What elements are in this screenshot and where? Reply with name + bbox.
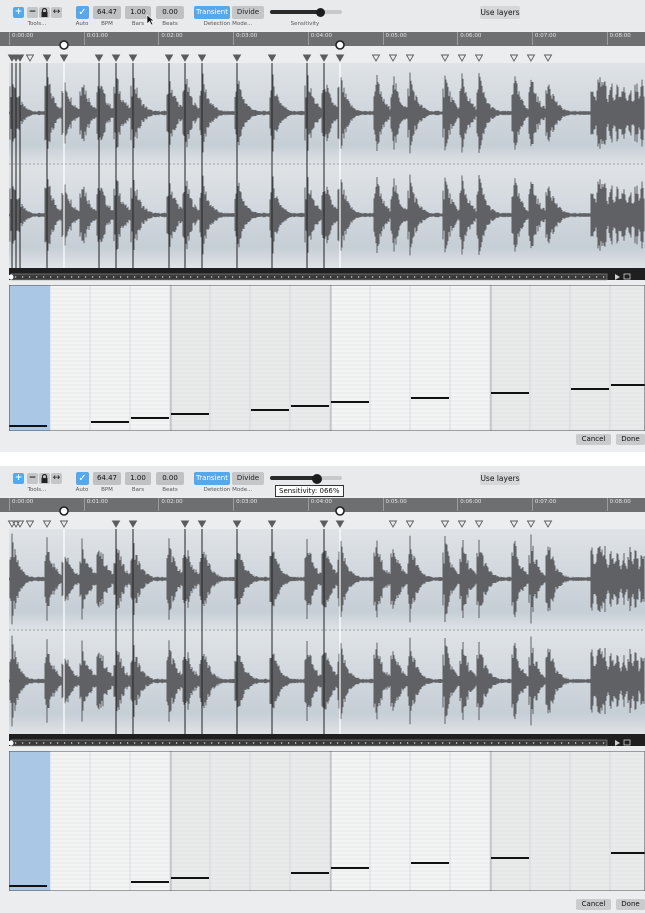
sensitivity-tooltip: Sensitivity: 066% <box>275 485 344 497</box>
arrows-icon[interactable]: ↔ <box>51 473 62 484</box>
slice-grid-canvas <box>9 751 645 891</box>
playhead-markers[interactable] <box>0 504 645 518</box>
waveform-view[interactable] <box>9 529 645 734</box>
toolbar: + − ↔ Tools... ✓ Auto 64.47 BPM 1.00 Bar… <box>0 466 645 497</box>
divide-button[interactable]: Divide <box>232 472 264 485</box>
transient-button[interactable]: Transient <box>194 472 230 485</box>
minus-icon[interactable]: − <box>27 7 38 18</box>
done-button[interactable]: Done <box>616 899 645 910</box>
use-layers-button[interactable]: Use layers <box>480 6 520 19</box>
sensitivity-slider-fill <box>270 476 317 480</box>
transport-bar[interactable] <box>8 734 645 747</box>
divide-button[interactable]: Divide <box>232 6 264 19</box>
transport-strip <box>8 739 631 747</box>
sensitivity-label: Sensitivity <box>290 21 320 27</box>
done-button[interactable]: Done <box>616 434 645 445</box>
lock-icon[interactable] <box>39 7 50 18</box>
bpm-label: BPM <box>101 487 113 493</box>
waveform-view[interactable] <box>9 63 645 268</box>
use-layers-button[interactable]: Use layers <box>480 472 520 485</box>
plus-icon[interactable]: + <box>13 7 24 18</box>
transport-bar[interactable] <box>8 268 645 281</box>
auto-label: Auto <box>75 21 89 27</box>
slice-grid[interactable] <box>9 285 645 431</box>
arrows-icon[interactable]: ↔ <box>51 7 62 18</box>
sensitivity-slider-knob[interactable] <box>316 8 325 17</box>
playhead-markers[interactable] <box>0 38 645 52</box>
bars-label: Bars <box>131 487 145 493</box>
plus-icon[interactable]: + <box>13 473 24 484</box>
slice-grid-canvas <box>9 285 645 431</box>
beats-field[interactable]: 0.00 <box>156 472 184 485</box>
waveform <box>9 529 645 734</box>
transport-strip <box>8 273 631 281</box>
bpm-label: BPM <box>101 21 113 27</box>
beats-label: Beats <box>162 21 178 27</box>
transient-button[interactable]: Transient <box>194 6 230 19</box>
minus-icon[interactable]: − <box>27 473 38 484</box>
bars-field[interactable]: 1.00 <box>125 472 151 485</box>
editor-panel-bottom: + − ↔ Tools... ✓ Auto 64.47 BPM 1.00 Bar… <box>0 466 645 913</box>
detection-mode-label[interactable]: Detection Mode... <box>198 487 258 493</box>
cancel-button[interactable]: Cancel <box>576 434 611 445</box>
lock-icon[interactable] <box>39 473 50 484</box>
cancel-button[interactable]: Cancel <box>576 899 611 910</box>
beats-label: Beats <box>162 487 178 493</box>
editor-panel-top: + − ↔ Tools... ✓ Auto 64.47 BPM 1.00 Bar… <box>0 0 645 452</box>
waveform <box>9 63 645 268</box>
bpm-field[interactable]: 64.47 <box>93 6 121 19</box>
slice-grid[interactable] <box>9 751 645 891</box>
sensitivity-slider-fill <box>270 10 320 14</box>
toolbar: + − ↔ Tools... ✓ Auto 64.47 BPM 1.00 Bar… <box>0 0 645 30</box>
mouse-cursor-icon <box>146 14 155 26</box>
auto-checkbox[interactable]: ✓ <box>76 6 89 19</box>
auto-label: Auto <box>75 487 89 493</box>
tools-label[interactable]: Tools... <box>20 21 54 27</box>
auto-checkbox[interactable]: ✓ <box>76 472 89 485</box>
beats-field[interactable]: 0.00 <box>156 6 184 19</box>
bpm-field[interactable]: 64.47 <box>93 472 121 485</box>
tools-label[interactable]: Tools... <box>20 487 54 493</box>
detection-mode-label[interactable]: Detection Mode... <box>198 21 258 27</box>
sensitivity-slider-knob[interactable] <box>312 474 322 484</box>
